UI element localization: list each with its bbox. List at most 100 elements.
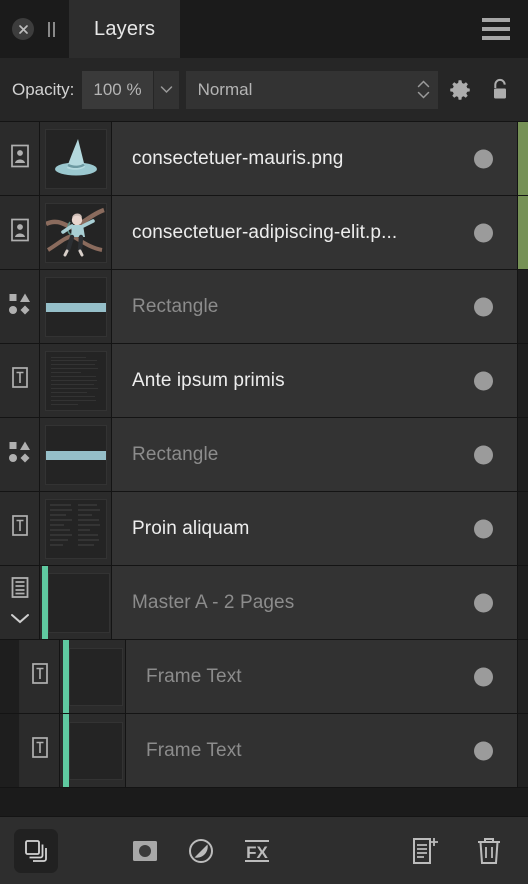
opacity-control[interactable]: 100 % [82, 70, 179, 109]
layer-visibility-toggle[interactable] [474, 297, 493, 316]
layer-thumbnail-cell [40, 196, 112, 269]
layer-row[interactable]: Frame Text [0, 714, 528, 788]
layer-row[interactable]: Proin aliquam [0, 492, 528, 566]
layer-name-cell[interactable]: Rectangle [112, 270, 518, 343]
layer-thumbnail [44, 424, 107, 485]
layer-manage-group [406, 832, 514, 870]
layer-thumbnail-cell [60, 714, 126, 787]
layer-name-cell[interactable]: Frame Text [126, 714, 518, 787]
gear-icon[interactable] [442, 71, 478, 109]
image-layer-icon [9, 143, 31, 174]
add-mask-icon[interactable] [126, 832, 164, 870]
layer-thumbnail [68, 721, 123, 780]
shapes-layer-icon [7, 291, 33, 322]
layer-thumbnail-cell [40, 492, 112, 565]
nesting-indent-rail [0, 640, 20, 713]
layer-name-cell[interactable]: Master A - 2 Pages [112, 566, 518, 639]
thumbnail-text-lines [50, 356, 101, 405]
trash-icon[interactable] [470, 832, 508, 870]
layer-edge-accent [518, 492, 528, 565]
layer-thumbnail-cell [40, 418, 112, 491]
layer-thumbnail-cell [40, 122, 112, 195]
layer-visibility-toggle[interactable] [474, 741, 493, 760]
adjustment-layer-icon[interactable] [182, 832, 220, 870]
svg-text:FX: FX [246, 843, 268, 862]
close-icon[interactable] [12, 18, 34, 40]
layer-thumbnail-cell [40, 344, 112, 417]
layer-type-cell [20, 714, 60, 787]
shapes-layer-icon [7, 439, 33, 470]
layer-edge-accent [518, 714, 528, 787]
layer-thumbnail [44, 276, 107, 337]
layer-thumbnail-cell [60, 640, 126, 713]
image-layer-icon [9, 217, 31, 248]
layer-name-cell[interactable]: Ante ipsum primis [112, 344, 518, 417]
tab-layers-label: Layers [94, 17, 156, 40]
layer-options-bar: Opacity: 100 % Normal [0, 58, 528, 122]
layer-name-label: consectetuer-adipiscing-elit.p... [132, 221, 398, 243]
layer-visibility-toggle[interactable] [474, 149, 493, 168]
layer-edge-accent [518, 418, 528, 491]
stepper-updown-icon[interactable] [417, 80, 430, 99]
hamburger-menu-icon[interactable] [464, 0, 528, 58]
layer-visibility-toggle[interactable] [474, 593, 493, 612]
layer-name-cell[interactable]: Rectangle [112, 418, 518, 491]
fx-effects-icon[interactable]: FX [238, 832, 276, 870]
layer-visibility-toggle[interactable] [474, 223, 493, 242]
layer-visibility-toggle[interactable] [474, 667, 493, 686]
layer-name-cell[interactable]: consectetuer-mauris.png [112, 122, 518, 195]
layer-name-label: Frame Text [146, 739, 242, 761]
master-page-icon [9, 575, 31, 606]
tab-layers[interactable]: Layers [69, 0, 181, 58]
layer-name-cell[interactable]: Proin aliquam [112, 492, 518, 565]
layer-row[interactable]: Frame Text [0, 640, 528, 714]
layer-type-cell [0, 270, 40, 343]
add-layer-icon[interactable] [406, 832, 444, 870]
layer-row[interactable]: Master A - 2 Pages [0, 566, 528, 640]
layer-row[interactable]: Rectangle [0, 270, 528, 344]
blend-mode-value: Normal [197, 79, 253, 99]
panel-tab-bar: Layers [0, 0, 528, 58]
layer-edge-accent [518, 122, 528, 195]
opacity-input[interactable]: 100 % [82, 70, 153, 109]
text-layer-icon [29, 735, 51, 766]
layers-bottom-toolbar: FX [0, 816, 528, 884]
layer-thumbnail [47, 572, 110, 633]
thumbnail-rectangle-shape [45, 451, 106, 461]
grip-bars-icon[interactable] [48, 21, 55, 37]
opacity-label: Opacity: [12, 79, 75, 99]
layer-name-label: Proin aliquam [132, 517, 250, 539]
blend-mode-select[interactable]: Normal [185, 70, 438, 109]
layer-visibility-toggle[interactable] [474, 445, 493, 464]
layer-visibility-toggle[interactable] [474, 519, 493, 538]
layer-type-cell [0, 344, 40, 417]
layer-type-cell [20, 640, 60, 713]
layer-edge-accent [518, 270, 528, 343]
tab-bar-spacer [180, 0, 464, 58]
layer-type-cell [0, 566, 40, 639]
layer-name-label: Ante ipsum primis [132, 369, 285, 391]
layer-type-cell [0, 122, 40, 195]
layers-stack-icon[interactable] [14, 828, 58, 873]
layer-row[interactable]: Ante ipsum primis [0, 344, 528, 418]
layer-action-group: FX [126, 832, 276, 870]
layer-type-cell [0, 418, 40, 491]
layers-panel: Layers Opacity: 100 % Normal consectetue… [0, 0, 528, 884]
layer-visibility-toggle[interactable] [474, 371, 493, 390]
lock-icon[interactable] [482, 71, 518, 109]
chevron-down-icon[interactable] [9, 612, 31, 630]
layer-name-cell[interactable]: consectetuer-adipiscing-elit.p... [112, 196, 518, 269]
layer-name-cell[interactable]: Frame Text [126, 640, 518, 713]
layer-row[interactable]: consectetuer-mauris.png [0, 122, 528, 196]
layer-row[interactable]: consectetuer-adipiscing-elit.p... [0, 196, 528, 270]
layer-name-label: Rectangle [132, 295, 219, 317]
layer-type-cell [0, 492, 40, 565]
layer-list[interactable]: consectetuer-mauris.png consectetuer-adip… [0, 122, 528, 816]
layer-name-label: Master A - 2 Pages [132, 591, 295, 613]
layer-name-label: Rectangle [132, 443, 219, 465]
layer-row[interactable]: Rectangle [0, 418, 528, 492]
thumbnail-image-preview [45, 204, 106, 262]
chevron-down-icon[interactable] [153, 70, 179, 109]
layer-thumbnail [44, 498, 107, 559]
thumbnail-text-columns [49, 503, 102, 554]
